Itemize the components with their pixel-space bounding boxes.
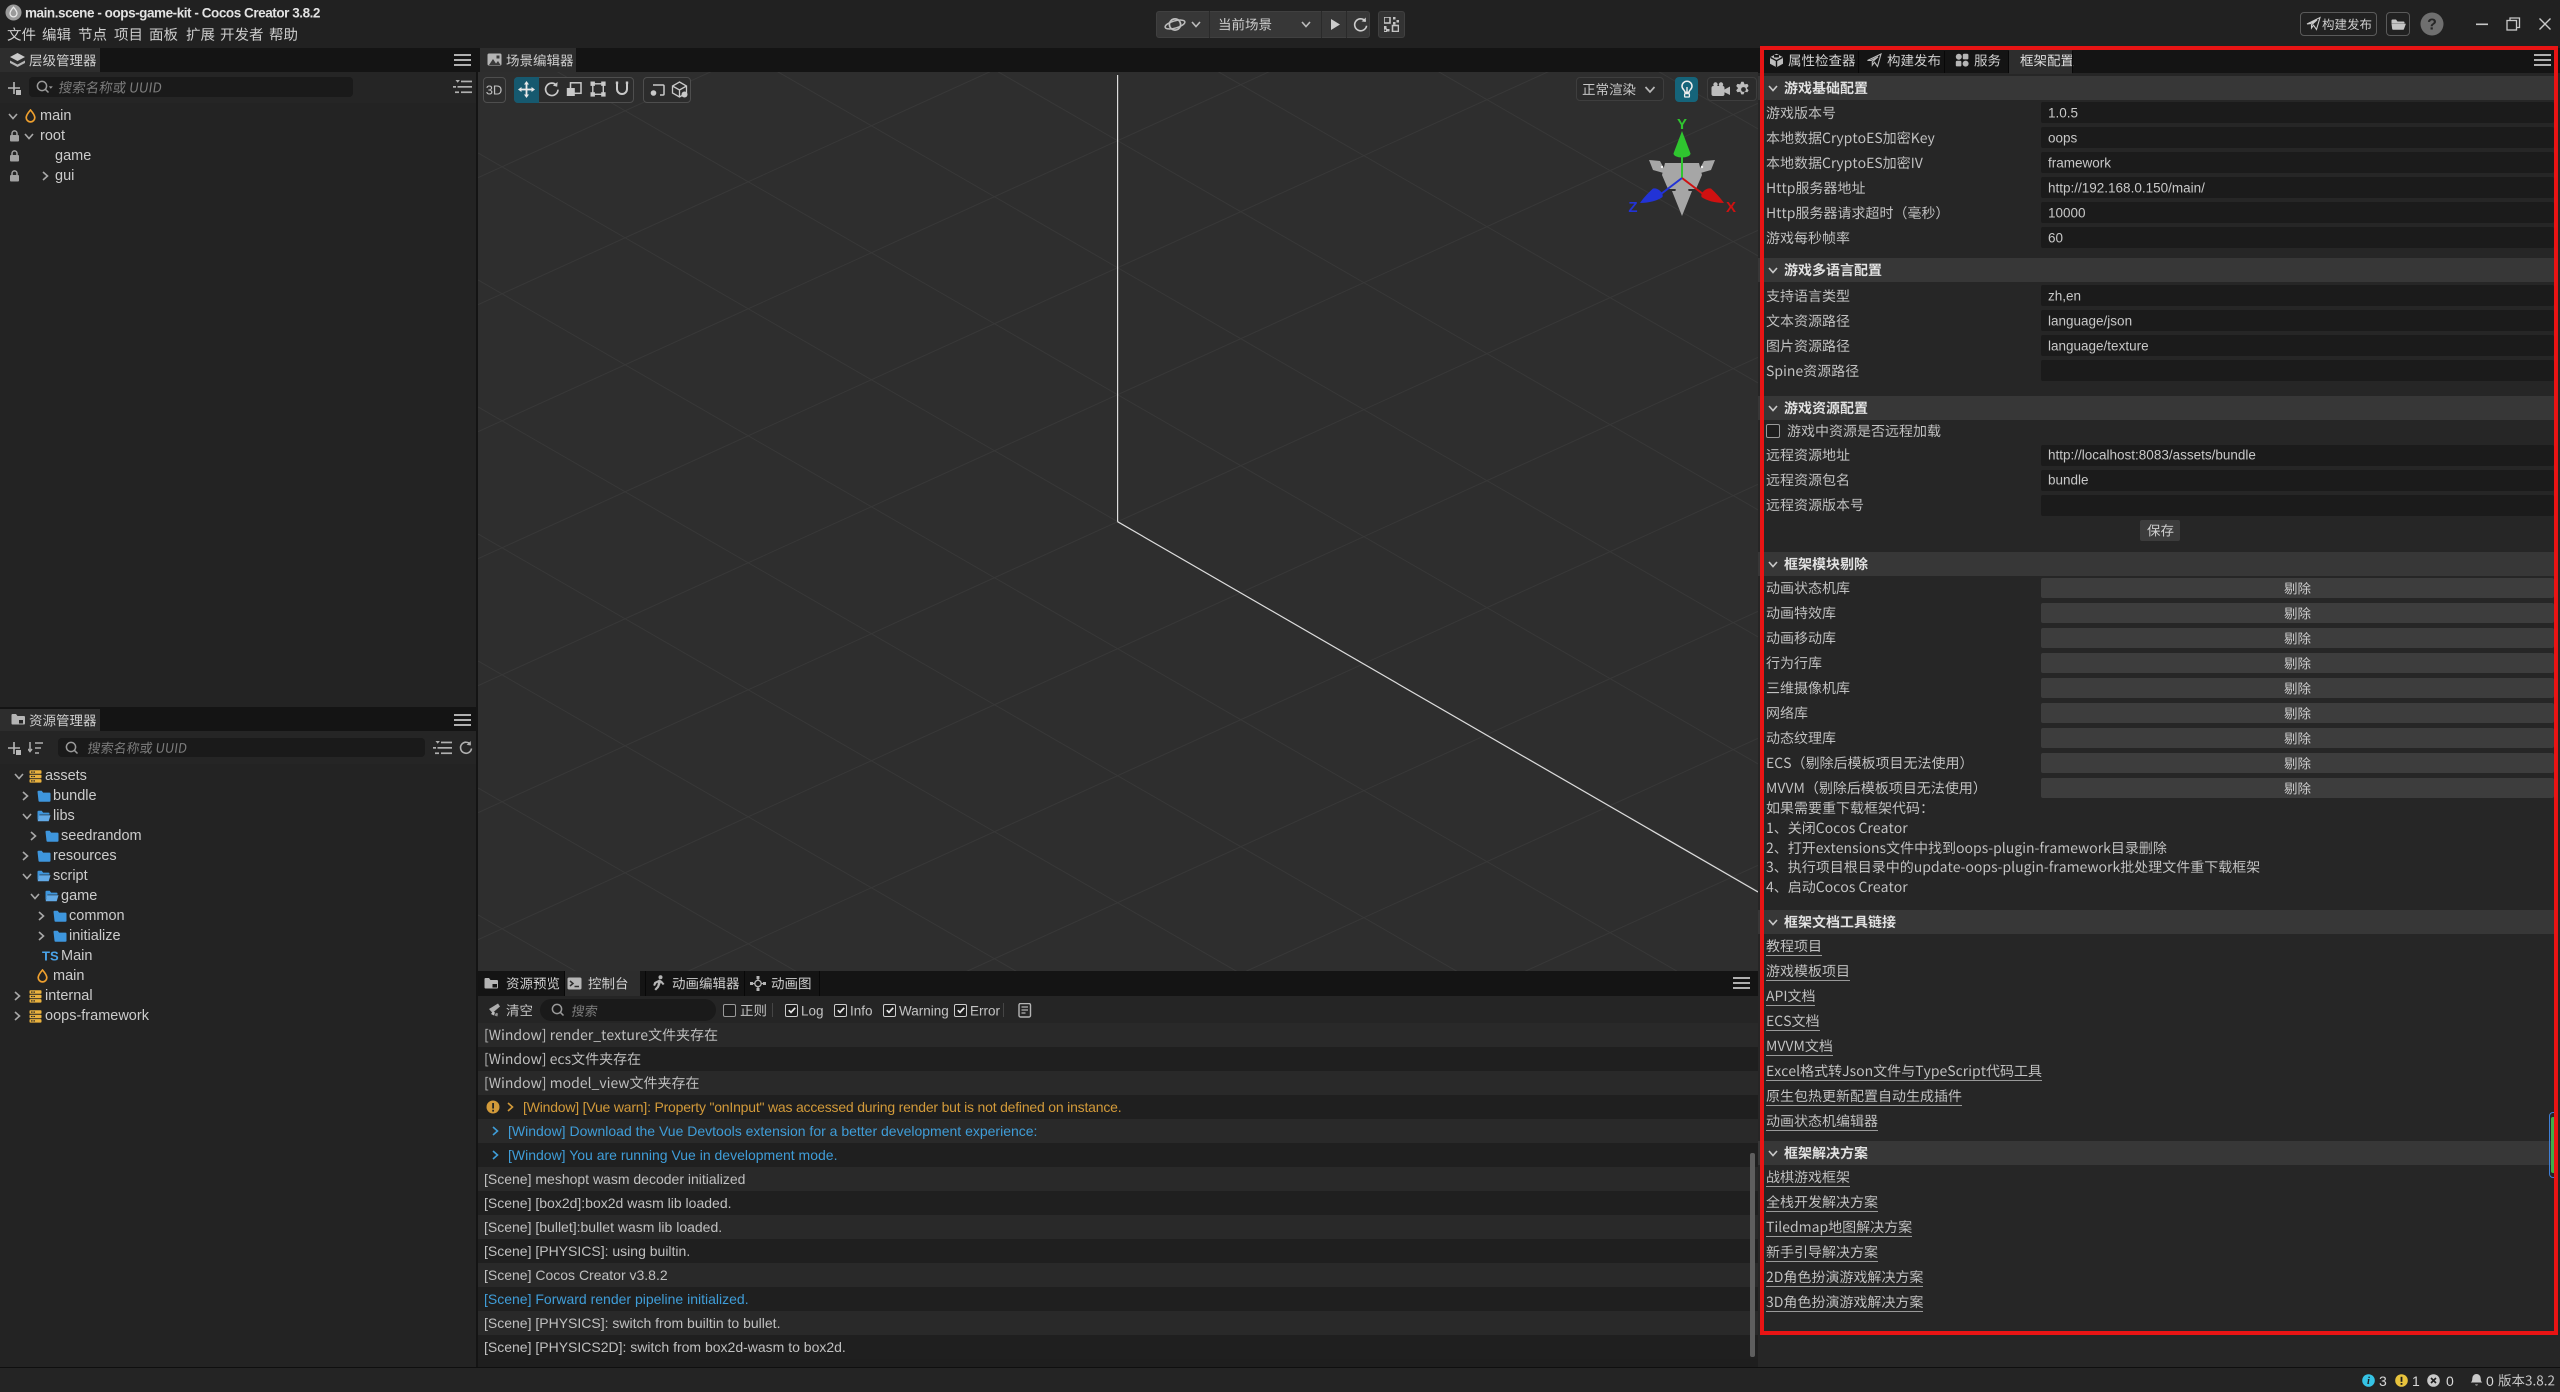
svg-text:Y: Y	[1677, 116, 1687, 133]
svg-text:i: i	[2367, 1376, 2370, 1387]
svg-text:?: ?	[2427, 17, 2437, 34]
svg-text:Z: Z	[1628, 199, 1637, 216]
svg-text:X: X	[1726, 199, 1736, 216]
